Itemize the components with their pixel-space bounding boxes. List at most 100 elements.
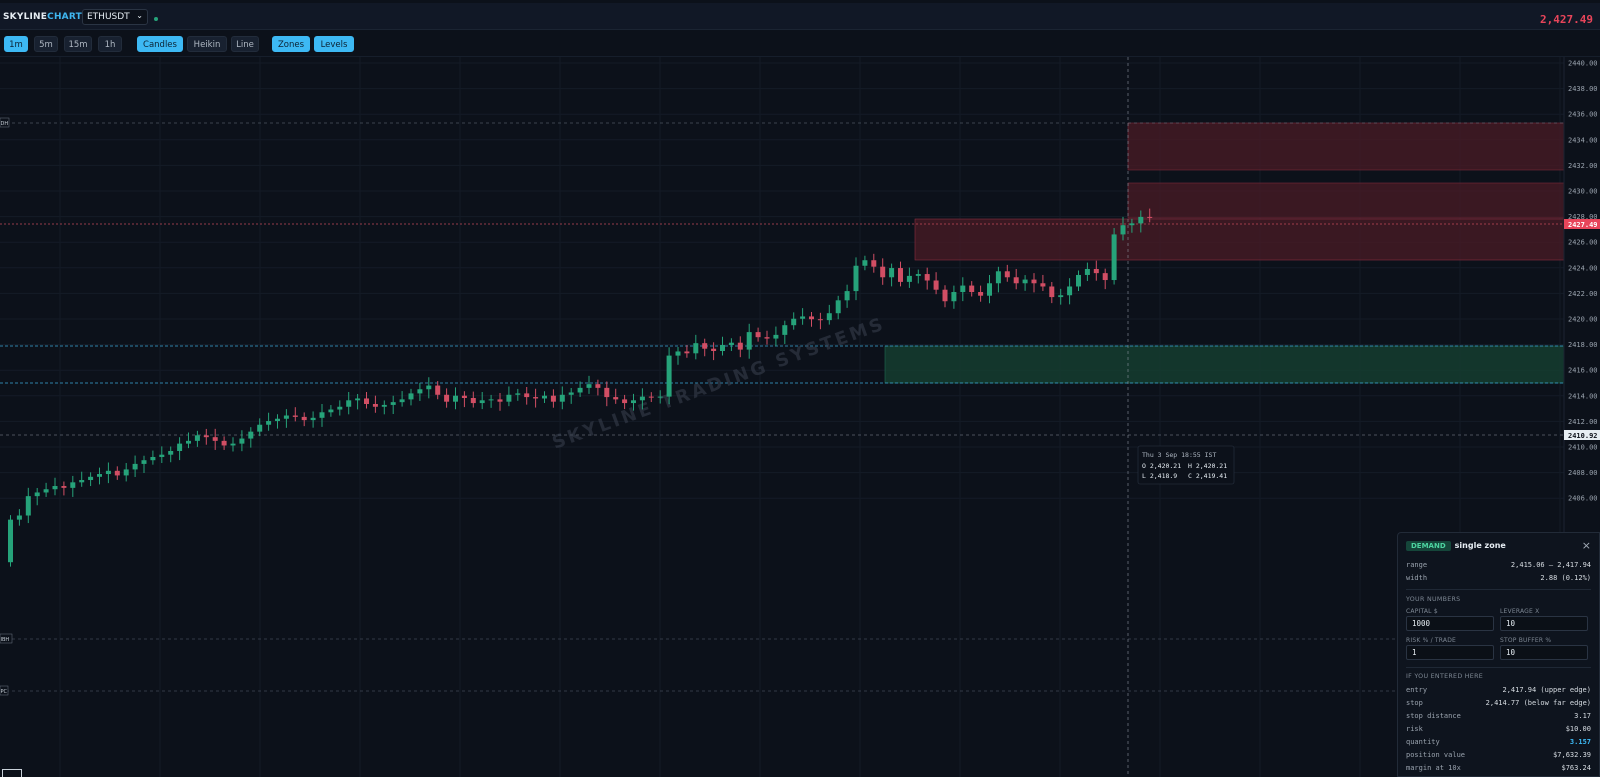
candle-up bbox=[693, 343, 699, 354]
price-chart[interactable]: SKYLINE TRADING SYSTEMS DH IBH PC 2440.0… bbox=[0, 57, 1600, 777]
candle-up bbox=[337, 406, 343, 410]
candle-up bbox=[862, 260, 868, 266]
candle-up bbox=[479, 400, 485, 404]
candle-up bbox=[239, 438, 245, 444]
timeframe-1m-button[interactable]: 1m bbox=[4, 36, 28, 52]
supply-zone-low[interactable] bbox=[914, 218, 1565, 261]
candle-up bbox=[782, 325, 788, 335]
candle-up bbox=[835, 300, 841, 314]
last-price-axis-label: 2427.49 bbox=[1568, 221, 1598, 229]
risk-input[interactable]: 1 bbox=[1406, 645, 1494, 660]
candle-up bbox=[25, 496, 31, 516]
symbol-select[interactable]: ETHUSDT ⌄ bbox=[82, 9, 148, 25]
price-tick-label: 2436.00 bbox=[1568, 111, 1598, 119]
candle-up bbox=[426, 385, 432, 390]
candle-up bbox=[123, 469, 129, 476]
candle-up bbox=[995, 271, 1001, 284]
candle-up bbox=[328, 409, 334, 413]
close-icon[interactable]: × bbox=[1582, 539, 1591, 552]
stop-buffer-input[interactable]: 10 bbox=[1500, 645, 1588, 660]
price-tick-label: 2408.00 bbox=[1568, 469, 1598, 477]
candle-up bbox=[791, 318, 797, 326]
price-tick-label: 2426.00 bbox=[1568, 239, 1598, 247]
app-logo: SKYLINECHARTS bbox=[3, 12, 89, 22]
price-tick-label: 2424.00 bbox=[1568, 264, 1598, 272]
capital-input[interactable]: 1000 bbox=[1406, 616, 1494, 631]
candle-up bbox=[1138, 216, 1144, 224]
candle-down bbox=[809, 316, 814, 320]
candle-down bbox=[622, 399, 628, 404]
symbol-value: ETHUSDT bbox=[87, 12, 130, 22]
candle-up bbox=[987, 283, 992, 296]
top-bar: SKYLINECHARTS ETHUSDT ⌄ 2,427.49 bbox=[0, 3, 1600, 30]
timeframe-5m-button[interactable]: 5m bbox=[34, 36, 58, 52]
risk-row: risk $10.00 bbox=[1406, 725, 1591, 733]
candle-up bbox=[408, 393, 414, 400]
demand-zone[interactable] bbox=[884, 345, 1565, 384]
candle-up bbox=[105, 470, 111, 475]
candle-up bbox=[186, 440, 191, 444]
range-row: range 2,415.06 – 2,417.94 bbox=[1406, 561, 1591, 569]
candle-up bbox=[283, 415, 289, 419]
timeframe-1h-button[interactable]: 1h bbox=[98, 36, 122, 52]
candle-up bbox=[453, 395, 458, 402]
price-tick-label: 2432.00 bbox=[1568, 162, 1598, 170]
candles bbox=[8, 208, 1153, 567]
capital-label: CAPITAL $ bbox=[1406, 608, 1438, 615]
candle-up bbox=[346, 400, 352, 407]
candle-up bbox=[319, 412, 325, 418]
chart-watermark: SKYLINE TRADING SYSTEMS bbox=[550, 313, 889, 453]
candle-down bbox=[817, 319, 823, 321]
candle-down bbox=[1004, 271, 1010, 278]
style-heikin-button[interactable]: Heikin bbox=[187, 36, 227, 52]
price-tick-label: 2412.00 bbox=[1568, 418, 1598, 426]
candle-down bbox=[533, 397, 539, 399]
candle-down bbox=[684, 351, 690, 354]
zones-toggle[interactable]: Zones bbox=[272, 36, 310, 52]
candle-up bbox=[16, 515, 22, 520]
levels-toggle[interactable]: Levels bbox=[314, 36, 354, 52]
candle-up bbox=[826, 313, 832, 321]
candle-up bbox=[568, 392, 574, 395]
candle-down bbox=[212, 437, 218, 441]
style-line-button[interactable]: Line bbox=[231, 36, 259, 52]
candle-down bbox=[292, 415, 298, 417]
price-tick-label: 2414.00 bbox=[1568, 392, 1598, 400]
candle-up bbox=[542, 395, 547, 399]
timeframe-15m-button[interactable]: 15m bbox=[64, 36, 92, 52]
candle-down bbox=[1031, 279, 1037, 284]
candle-up bbox=[150, 456, 156, 461]
price-tick-label: 2416.00 bbox=[1568, 367, 1598, 375]
stop-buffer-label: STOP BUFFER % bbox=[1500, 637, 1552, 644]
candle-down bbox=[648, 396, 654, 398]
candle-up bbox=[194, 435, 200, 441]
candle-up bbox=[515, 393, 521, 395]
candle-down bbox=[301, 416, 307, 421]
candle-down bbox=[880, 266, 886, 278]
price-tick-label: 2422.00 bbox=[1568, 290, 1598, 298]
tag-ibh: IBH bbox=[1, 637, 10, 643]
candle-down bbox=[497, 399, 503, 402]
candle-down bbox=[461, 395, 467, 399]
candle-down bbox=[1102, 273, 1108, 281]
cursor-price-axis-label: 2410.92 bbox=[1568, 432, 1598, 440]
candle-down bbox=[764, 337, 770, 339]
candle-up bbox=[853, 265, 859, 292]
candle-up bbox=[177, 443, 183, 451]
candle-up bbox=[1058, 295, 1064, 298]
zone-panel: DEMAND single zone × range 2,415.06 – 2,41… bbox=[1397, 532, 1600, 777]
candle-up bbox=[141, 460, 147, 464]
candle-up bbox=[52, 486, 58, 490]
candle-up bbox=[79, 480, 85, 483]
candle-up bbox=[88, 476, 94, 481]
candle-up bbox=[8, 519, 13, 563]
candle-up bbox=[506, 394, 512, 402]
leverage-input[interactable]: 10 bbox=[1500, 616, 1588, 631]
candle-up bbox=[257, 424, 263, 432]
candle-up bbox=[951, 292, 957, 302]
stop-distance-row: stop distance 3.17 bbox=[1406, 712, 1591, 720]
style-candles-button[interactable]: Candles bbox=[137, 36, 183, 52]
supply-zone-mid[interactable] bbox=[1127, 182, 1565, 219]
supply-zone-top[interactable] bbox=[1127, 122, 1565, 171]
candle-up bbox=[1084, 268, 1090, 275]
